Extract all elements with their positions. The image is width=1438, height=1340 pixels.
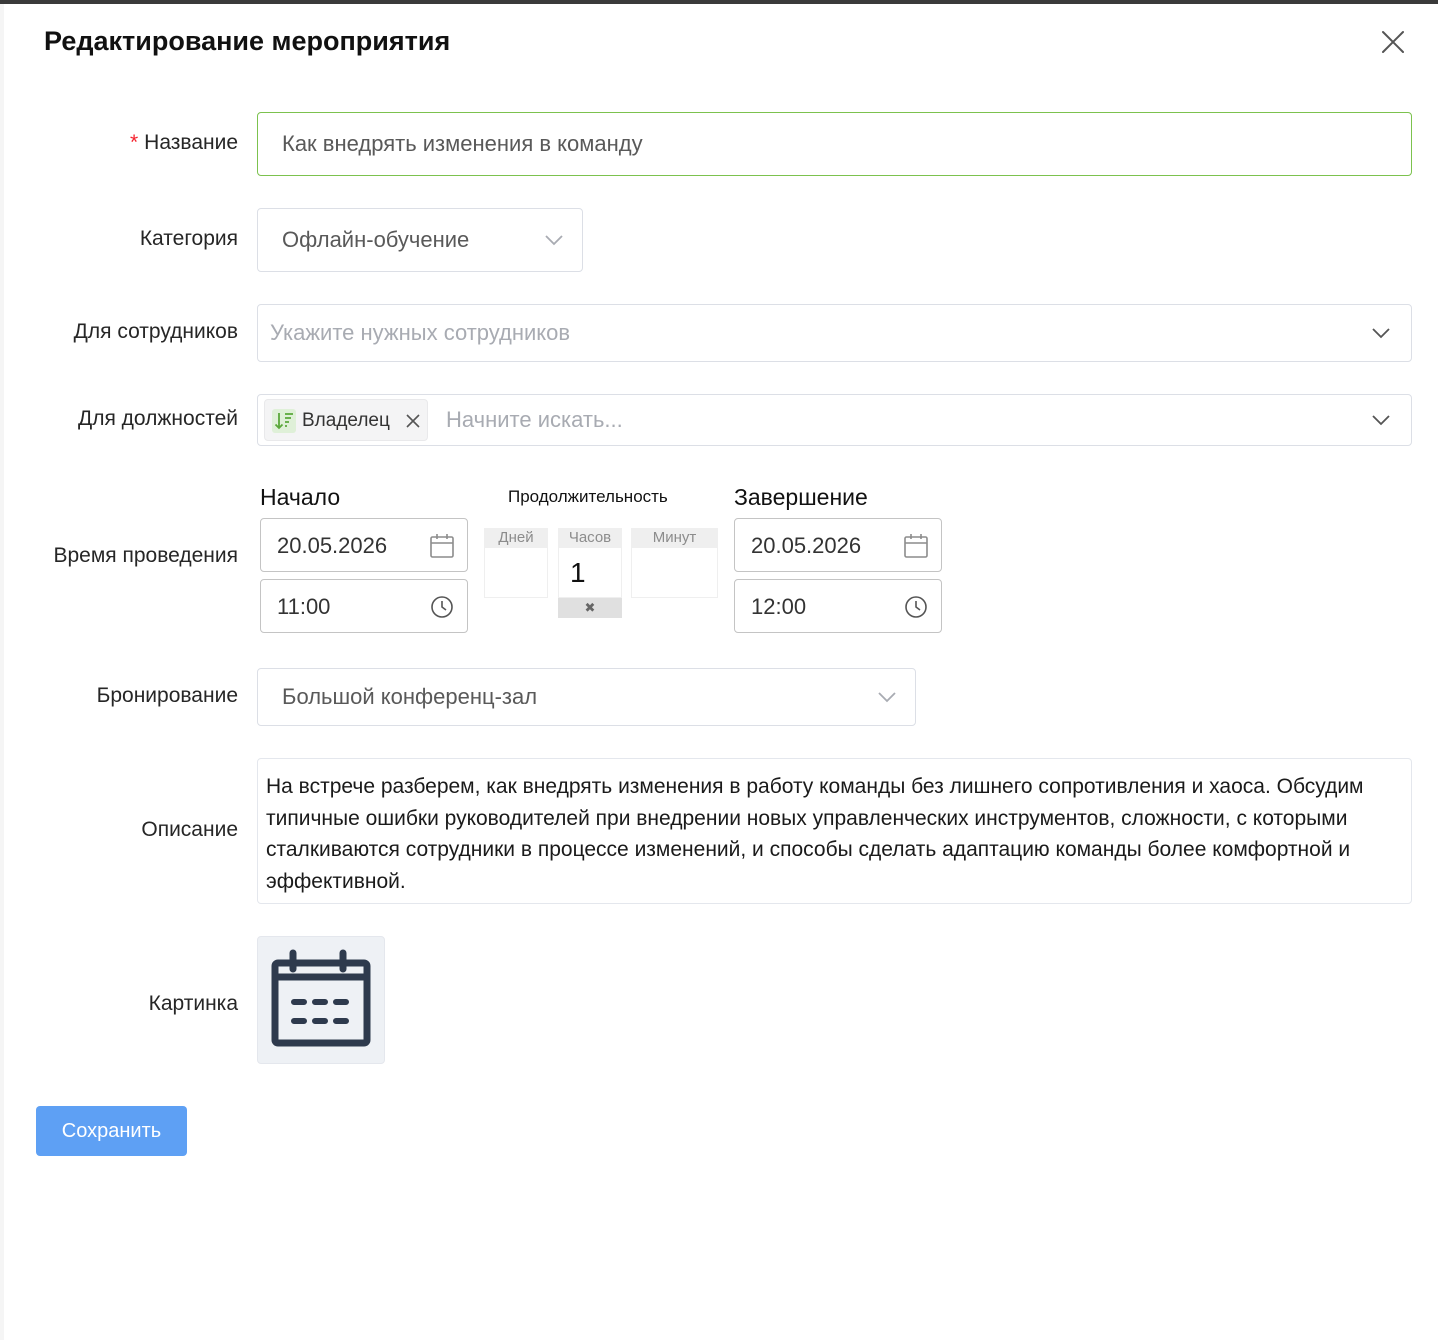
chevron-down-icon xyxy=(545,235,563,246)
clock-icon xyxy=(431,596,453,618)
duration-hours[interactable]: Часов 1 ✖ xyxy=(558,528,622,618)
start-date-value: 20.05.2026 xyxy=(277,533,388,558)
calendar-icon xyxy=(430,534,454,558)
duration-hours-clear-button[interactable]: ✖ xyxy=(558,598,622,618)
employees-label: Для сотрудников xyxy=(73,320,238,343)
left-edge xyxy=(0,4,4,1340)
duration-hours-value[interactable]: 1 xyxy=(558,548,622,598)
duration-hours-caption: Часов xyxy=(558,528,622,548)
booking-value: Большой конференц-зал xyxy=(282,684,538,709)
start-time-input[interactable]: 11:00 xyxy=(260,579,468,633)
start-date-input[interactable]: 20.05.2026 xyxy=(260,518,468,572)
category-label: Категория xyxy=(139,227,238,250)
end-date-value: 20.05.2026 xyxy=(751,533,862,558)
save-button[interactable]: Сохранить xyxy=(36,1106,187,1156)
end-date-input[interactable]: 20.05.2026 xyxy=(734,518,942,572)
name-input[interactable]: Как внедрять изменения в команду xyxy=(257,112,1412,176)
position-tag-label: Владелец xyxy=(302,410,390,431)
name-value: Как внедрять изменения в команду xyxy=(282,131,643,156)
booking-label: Бронирование xyxy=(96,684,238,707)
picture-upload[interactable] xyxy=(257,936,385,1064)
category-value: Офлайн-обучение xyxy=(282,227,470,252)
end-time-input[interactable]: 12:00 xyxy=(734,579,942,633)
picture-label: Картинка xyxy=(148,992,238,1015)
required-mark: * xyxy=(129,131,139,154)
start-time-value: 11:00 xyxy=(277,594,331,619)
positions-select[interactable]: Владелец Начните искать... xyxy=(257,394,1412,446)
calendar-icon xyxy=(271,949,371,1047)
name-label: * Название xyxy=(129,131,238,154)
positions-label: Для должностей xyxy=(77,407,238,430)
time-label: Время проведения xyxy=(53,544,238,567)
clock-icon xyxy=(905,596,927,618)
employees-placeholder: Укажите нужных сотрудников xyxy=(270,320,571,345)
booking-select[interactable]: Большой конференц-зал xyxy=(257,668,916,726)
category-select[interactable]: Офлайн-обучение xyxy=(257,208,583,272)
duration-days-caption: Дней xyxy=(484,528,548,548)
positions-search-placeholder[interactable]: Начните искать... xyxy=(446,407,623,433)
sort-icon xyxy=(272,409,296,433)
start-heading: Начало xyxy=(260,484,341,510)
chevron-down-icon xyxy=(878,692,896,703)
chevron-down-icon xyxy=(1372,328,1390,339)
chevron-down-icon xyxy=(1372,415,1390,426)
calendar-icon xyxy=(904,534,928,558)
top-border xyxy=(0,0,1438,4)
duration-days[interactable]: Дней xyxy=(484,528,548,598)
description-textarea[interactable]: На встрече разберем, как внедрять измене… xyxy=(257,758,1412,904)
description-label: Описание xyxy=(141,818,238,841)
duration-minutes-caption: Минут xyxy=(631,528,718,548)
duration-minutes[interactable]: Минут xyxy=(631,528,718,598)
end-time-value: 12:00 xyxy=(751,594,807,619)
position-tag: Владелец xyxy=(264,399,428,441)
employees-select[interactable]: Укажите нужных сотрудников xyxy=(257,304,1412,362)
duration-days-value[interactable] xyxy=(484,548,548,598)
close-icon[interactable] xyxy=(1378,27,1408,57)
tag-close-icon[interactable] xyxy=(405,413,421,429)
duration-minutes-value[interactable] xyxy=(631,548,718,598)
duration-heading: Продолжительность xyxy=(508,487,668,506)
end-heading: Завершение xyxy=(734,484,868,510)
dialog-title: Редактирование мероприятия xyxy=(44,26,451,56)
